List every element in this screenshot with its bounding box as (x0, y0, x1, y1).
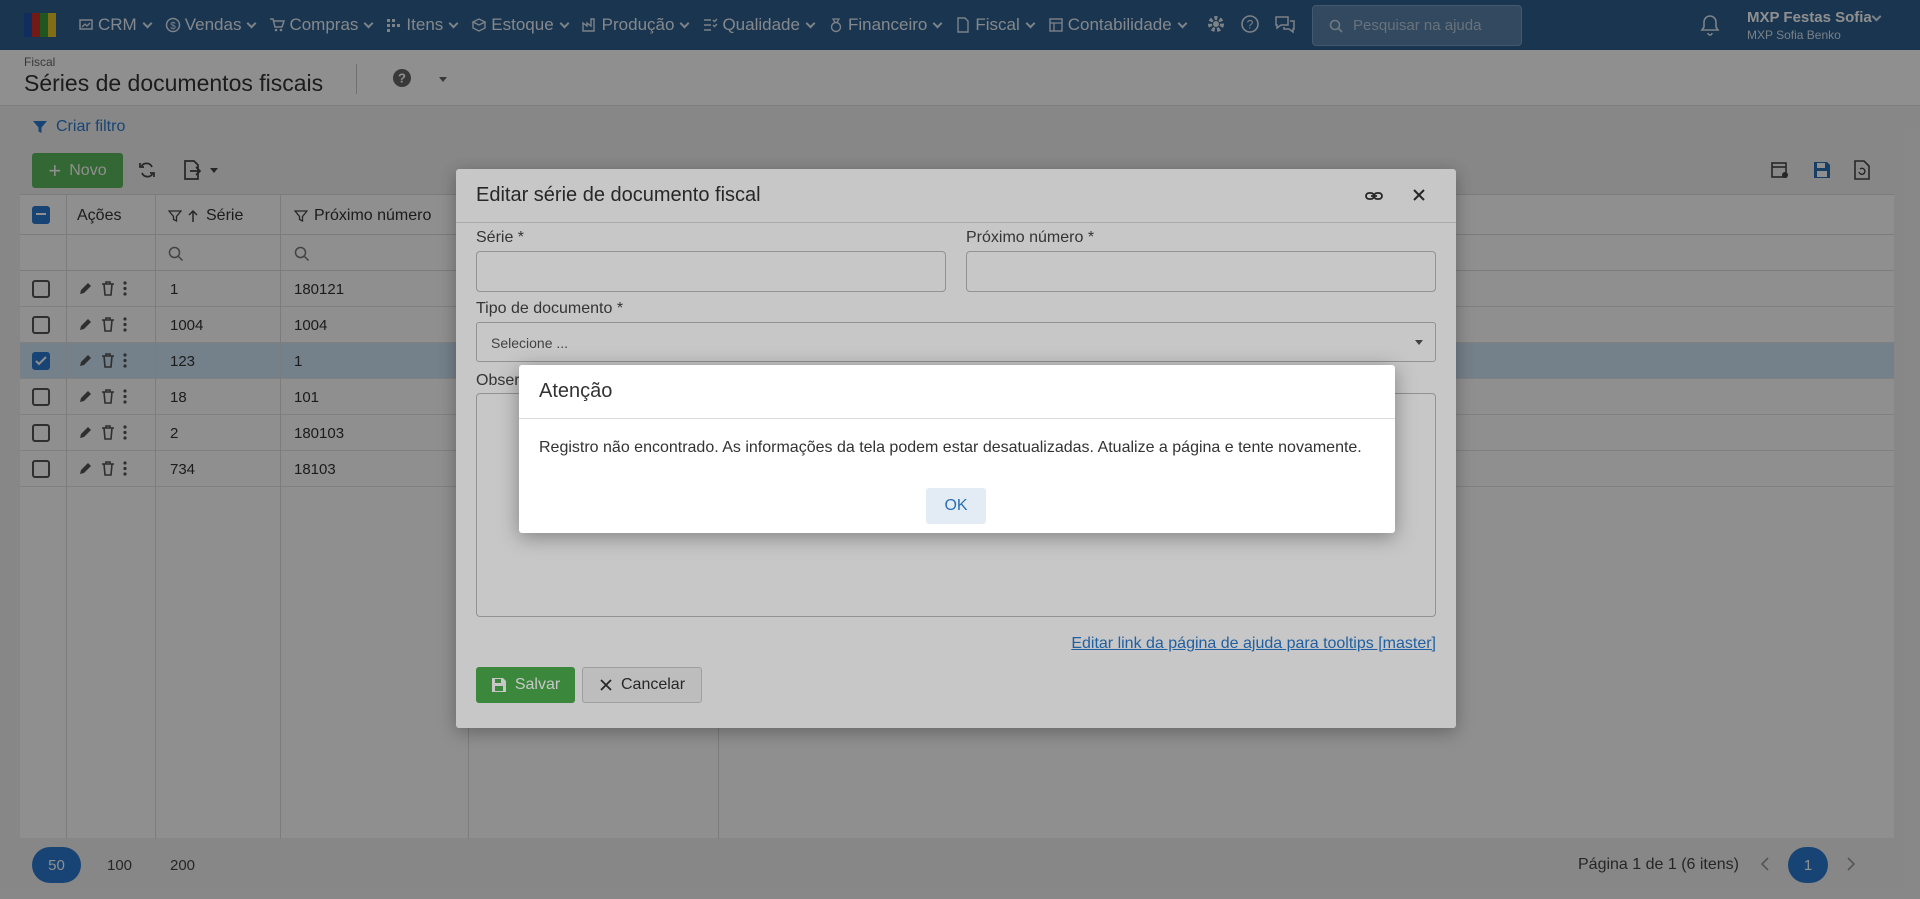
ok-button[interactable]: OK (926, 488, 986, 524)
alert-header: Atenção (519, 365, 1395, 419)
alert-title: Atenção (539, 380, 613, 402)
alert-dialog: Atenção Registro não encontrado. As info… (519, 365, 1395, 533)
alert-message: Registro não encontrado. As informações … (539, 439, 1362, 456)
